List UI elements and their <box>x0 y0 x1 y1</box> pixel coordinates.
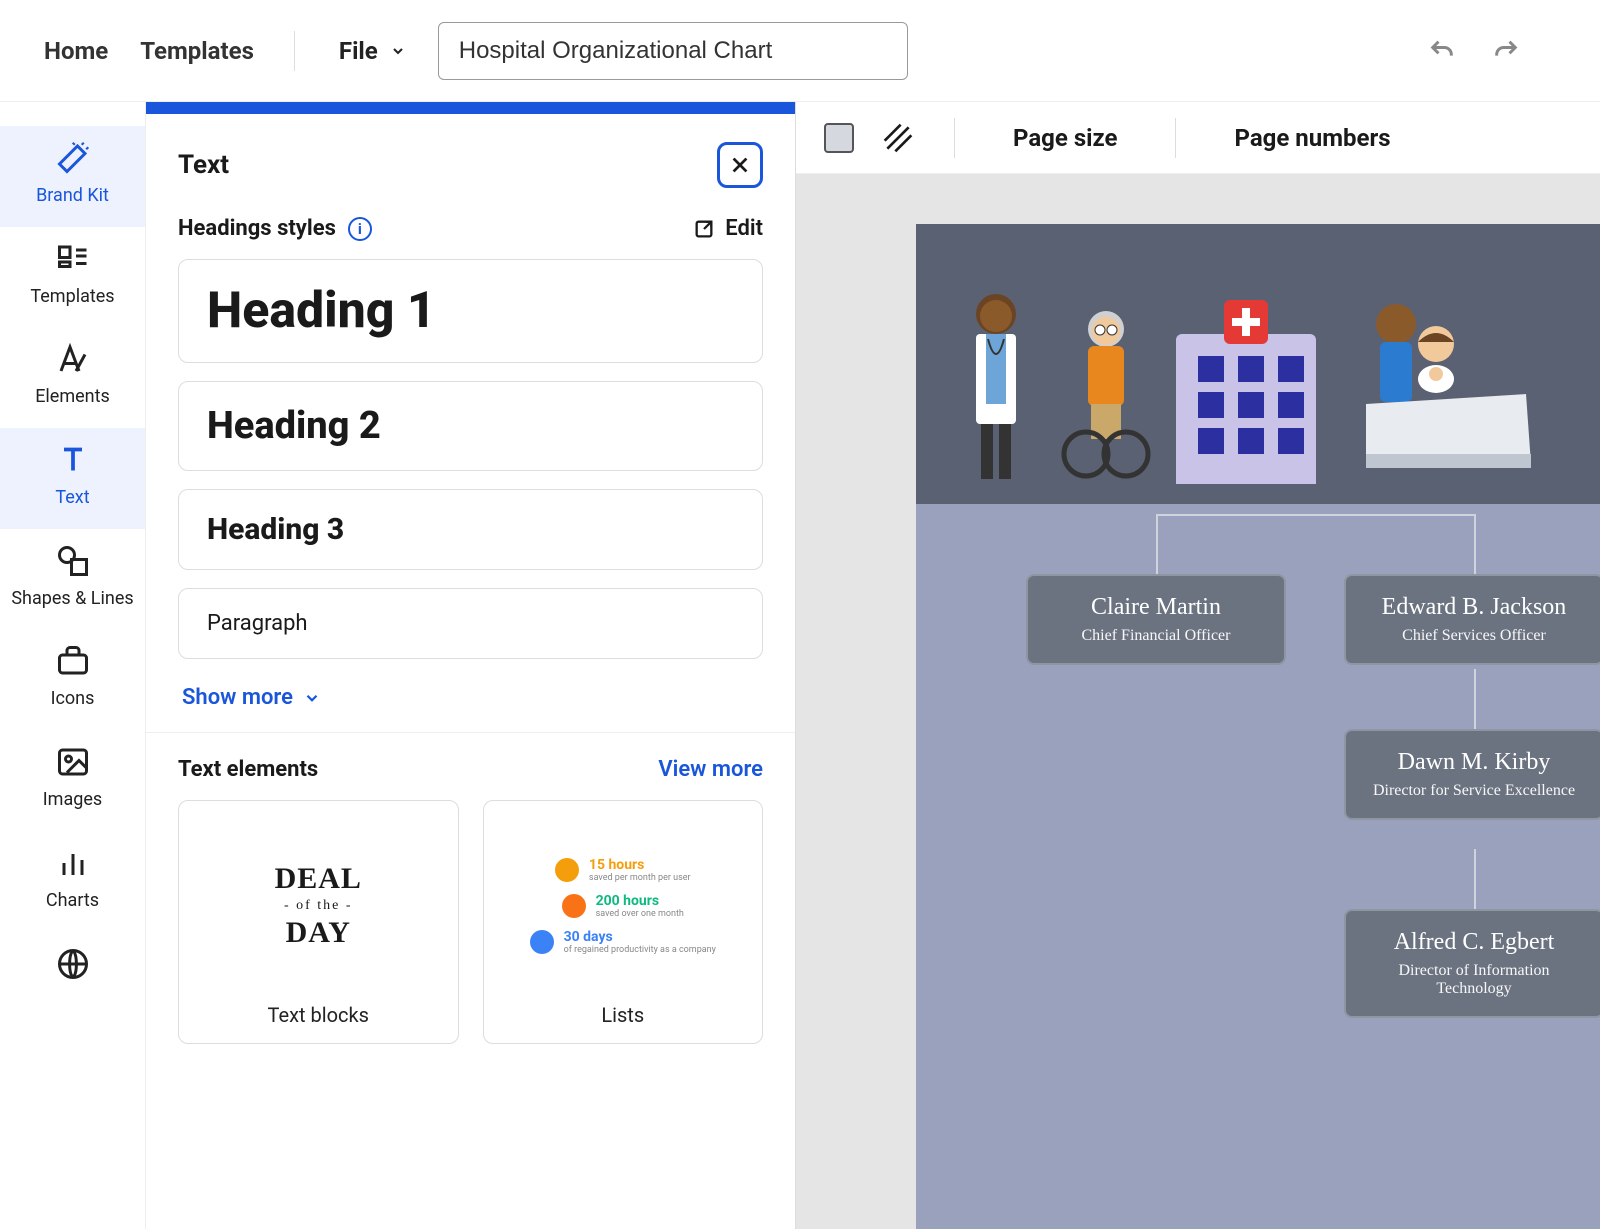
divider <box>146 732 795 733</box>
paragraph-style[interactable]: Paragraph <box>178 588 763 659</box>
org-node-cso[interactable]: Edward B. Jackson Chief Services Officer <box>1344 574 1600 665</box>
lists-preview: 15 hourssaved per month per user 200 hou… <box>512 821 734 991</box>
org-node-dit[interactable]: Alfred C. Egbert Director of Information… <box>1344 909 1600 1018</box>
file-label: File <box>339 37 378 65</box>
rail-elements[interactable]: Elements <box>0 327 145 428</box>
close-icon <box>729 154 751 176</box>
rail-label: Text <box>55 488 89 509</box>
heading1-style[interactable]: Heading 1 <box>178 259 763 363</box>
templates-icon <box>55 241 91 277</box>
org-chart: Claire Martin Chief Financial Officer Ed… <box>916 504 1600 584</box>
shapes-icon <box>55 543 91 579</box>
templates-tab[interactable]: Templates <box>136 31 258 71</box>
elements-icon <box>55 341 91 377</box>
tool-rail: Brand Kit Templates Elements Text Shapes… <box>0 102 146 1229</box>
list-row: 30 daysof regained productivity as a com… <box>530 929 716 955</box>
briefcase-icon <box>55 643 91 679</box>
rail-label: Brand Kit <box>36 186 109 207</box>
show-more-styles[interactable]: Show more <box>178 677 763 732</box>
rail-templates[interactable]: Templates <box>0 227 145 328</box>
divider <box>954 118 955 158</box>
wand-icon <box>55 140 91 176</box>
rail-shapes[interactable]: Shapes & Lines <box>0 529 145 630</box>
headings-label: Headings styles i <box>178 216 372 241</box>
patient-wheelchair-illustration <box>1056 304 1156 484</box>
chevron-down-icon <box>390 43 406 59</box>
bullet-icon <box>530 930 554 954</box>
rail-label: Images <box>43 790 102 811</box>
heading2-style[interactable]: Heading 2 <box>178 381 763 471</box>
pattern-icon[interactable] <box>882 122 914 154</box>
document-title-input[interactable] <box>438 22 908 80</box>
lists-card[interactable]: 15 hourssaved per month per user 200 hou… <box>483 800 764 1044</box>
list-row: 15 hourssaved per month per user <box>555 857 691 883</box>
org-node-dse[interactable]: Dawn M. Kirby Director for Service Excel… <box>1344 729 1600 820</box>
connector <box>1474 514 1476 574</box>
connector <box>1474 669 1476 729</box>
file-menu[interactable]: File <box>331 31 414 71</box>
rail-brand-kit[interactable]: Brand Kit <box>0 126 145 227</box>
chevron-down-icon <box>303 689 321 707</box>
divider <box>294 31 295 71</box>
image-icon <box>55 744 91 780</box>
undo-redo-group <box>1428 37 1560 65</box>
external-edit-icon <box>693 218 715 240</box>
rail-label: Templates <box>30 287 114 308</box>
divider <box>1175 118 1176 158</box>
doctor-illustration <box>956 284 1036 484</box>
canvas-toolbar: Page size Page numbers <box>796 102 1600 174</box>
canvas-header-illustration: ORGA <box>916 224 1600 504</box>
panel-accent <box>146 102 795 114</box>
close-panel-button[interactable] <box>717 142 763 188</box>
rail-icons[interactable]: Icons <box>0 629 145 730</box>
info-icon[interactable]: i <box>348 217 372 241</box>
list-row: 200 hourssaved over one month <box>562 893 684 919</box>
document-canvas[interactable]: ORGA Claire Martin Chief Financial Offic… <box>916 224 1600 1229</box>
redo-icon[interactable] <box>1492 37 1520 65</box>
rail-images[interactable]: Images <box>0 730 145 831</box>
chart-icon <box>55 845 91 881</box>
canvas-viewport[interactable]: ORGA Claire Martin Chief Financial Offic… <box>796 174 1600 1229</box>
panel-title: Text <box>178 150 229 180</box>
page-size-button[interactable]: Page size <box>995 124 1135 152</box>
family-bed-illustration <box>1336 294 1536 484</box>
rail-more[interactable] <box>0 932 145 982</box>
org-node-cfo[interactable]: Claire Martin Chief Financial Officer <box>1026 574 1286 665</box>
hospital-illustration <box>1176 334 1316 484</box>
text-icon <box>55 442 91 478</box>
rail-charts[interactable]: Charts <box>0 831 145 932</box>
heading3-style[interactable]: Heading 3 <box>178 489 763 570</box>
page-numbers-button[interactable]: Page numbers <box>1216 124 1408 152</box>
canvas-area: Page size Page numbers <box>796 102 1600 1229</box>
undo-icon[interactable] <box>1428 37 1456 65</box>
rail-label: Elements <box>35 387 110 408</box>
text-blocks-card[interactable]: DEAL - of the - DAY Text blocks <box>178 800 459 1044</box>
text-blocks-preview: DEAL - of the - DAY <box>195 821 442 991</box>
medical-cross-icon <box>1224 300 1268 344</box>
bullet-icon <box>562 894 586 918</box>
bullet-icon <box>555 858 579 882</box>
view-more-elements[interactable]: View more <box>658 757 763 782</box>
home-tab[interactable]: Home <box>40 31 112 71</box>
edit-styles-button[interactable]: Edit <box>693 216 763 241</box>
fill-color-swatch[interactable] <box>824 123 854 153</box>
rail-label: Icons <box>51 689 95 710</box>
connector <box>1156 514 1476 516</box>
rail-label: Shapes & Lines <box>11 589 133 610</box>
rail-label: Charts <box>46 891 99 912</box>
connector <box>1474 849 1476 909</box>
connector <box>1156 514 1158 574</box>
text-elements-label: Text elements <box>178 757 318 782</box>
rail-text[interactable]: Text <box>0 428 145 529</box>
top-bar: Home Templates File <box>0 0 1600 102</box>
text-panel: Text Headings styles i Edit Heading 1 He… <box>146 102 796 1229</box>
globe-icon <box>55 946 91 982</box>
